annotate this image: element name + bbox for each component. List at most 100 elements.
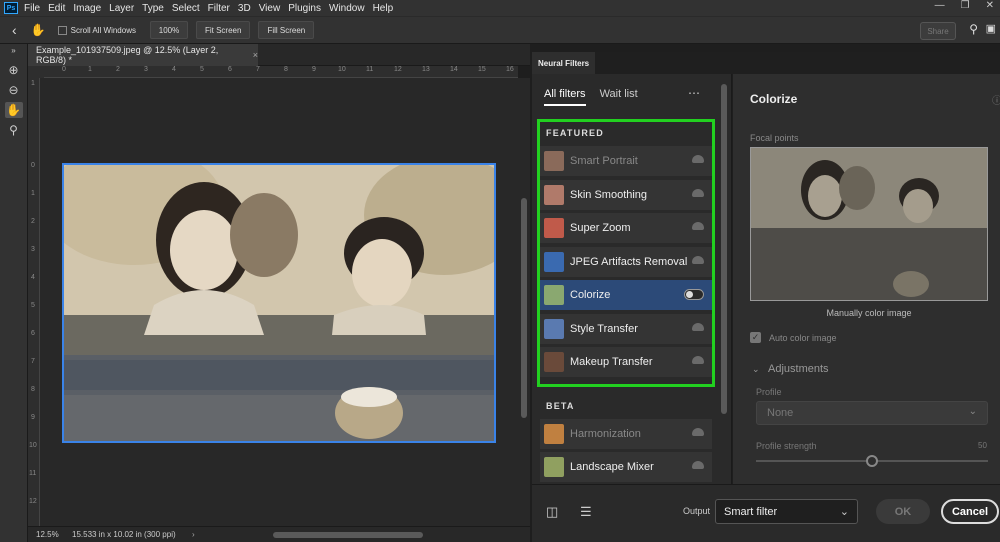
menu-window[interactable]: Window	[329, 3, 365, 14]
tools-panel: » ⊕ ⊖ ✋ ⚲	[0, 44, 28, 542]
adjustments-section[interactable]: ⌄ Adjustments	[752, 363, 829, 375]
menu-plugins[interactable]: Plugins	[288, 3, 321, 14]
chevron-down-icon: ⌄	[968, 406, 977, 417]
ok-button[interactable]: OK	[876, 499, 930, 524]
menu-select[interactable]: Select	[172, 3, 200, 14]
restore-icon[interactable]: ❐	[961, 0, 970, 11]
more-options-icon[interactable]: ⋯	[688, 86, 701, 100]
scrollbar-thumb[interactable]	[272, 531, 423, 538]
zoom-100-button[interactable]: 100%	[149, 21, 188, 39]
jpeg-artifacts-thumbnail	[544, 252, 564, 272]
focal-points-preview[interactable]	[750, 147, 988, 301]
filter-jpeg-artifacts-removal[interactable]: JPEG Artifacts Removal	[540, 247, 712, 277]
menu-filter[interactable]: Filter	[208, 3, 230, 14]
profile-strength-value: 50	[978, 441, 987, 450]
close-tab-icon[interactable]: ×	[253, 50, 258, 60]
zoom-level[interactable]: 12.5%	[28, 530, 64, 539]
filter-landscape-mixer[interactable]: Landscape Mixer	[540, 452, 712, 482]
fit-screen-button[interactable]: Fit Screen	[195, 21, 251, 39]
layers-icon[interactable]: ☰	[580, 504, 592, 520]
document-tab-bar: Example_101937509.jpeg @ 12.5% (Layer 2,…	[28, 44, 530, 66]
filter-smart-portrait[interactable]: Smart Portrait	[540, 146, 712, 176]
filter-label: Super Zoom	[570, 222, 631, 234]
harmonization-thumbnail	[544, 424, 564, 444]
hand-icon[interactable]: ✋	[4, 102, 23, 118]
filter-super-zoom[interactable]: Super Zoom	[540, 213, 712, 243]
expand-panel-icon[interactable]: »	[5, 46, 23, 55]
filter-skin-smoothing[interactable]: Skin Smoothing	[540, 180, 712, 210]
scroll-all-windows-checkbox[interactable]: Scroll All Windows	[57, 25, 136, 35]
menu-edit[interactable]: Edit	[48, 3, 65, 14]
close-icon[interactable]: ✕	[986, 0, 994, 11]
menu-help[interactable]: Help	[373, 3, 394, 14]
filter-list-scrollbar[interactable]	[720, 84, 728, 474]
cloud-download-icon[interactable]	[692, 461, 704, 469]
ruler-tick: 7	[31, 358, 35, 365]
canvas-vertical-scrollbar[interactable]	[518, 78, 530, 526]
ruler-tick: 10	[338, 66, 346, 73]
checkbox-box[interactable]	[57, 25, 67, 35]
checkmark-icon[interactable]: ✓	[750, 332, 761, 343]
profile-label: Profile	[756, 387, 782, 397]
cancel-button[interactable]: Cancel	[941, 499, 999, 524]
ruler-tick: 9	[312, 66, 316, 73]
menu-file[interactable]: File	[24, 3, 40, 14]
filter-makeup-transfer[interactable]: Makeup Transfer	[540, 347, 712, 377]
ruler-tick: 13	[422, 66, 430, 73]
document-tab[interactable]: Example_101937509.jpeg @ 12.5% (Layer 2,…	[28, 44, 258, 66]
scrollbar-thumb[interactable]	[521, 198, 527, 418]
slider-knob[interactable]	[866, 455, 878, 467]
search-icon[interactable]: ⚲	[969, 22, 978, 36]
tab-all-filters[interactable]: All filters	[544, 88, 586, 106]
cloud-download-icon[interactable]	[692, 323, 704, 331]
ruler-corner	[28, 66, 44, 78]
menu-image[interactable]: Image	[73, 3, 101, 14]
filter-harmonization[interactable]: Harmonization	[540, 419, 712, 449]
profile-strength-slider[interactable]	[756, 455, 988, 467]
workspace-icon[interactable]: ▣	[986, 22, 996, 35]
menu-type[interactable]: Type	[142, 3, 164, 14]
share-button[interactable]: Share	[920, 22, 956, 40]
filter-colorize[interactable]: Colorize	[540, 280, 712, 310]
horizontal-scrollbar[interactable]	[202, 531, 463, 538]
neural-filters-header: Neural Filters	[532, 52, 1000, 74]
cloud-download-icon[interactable]	[692, 222, 704, 230]
status-arrow-icon[interactable]: ›	[192, 530, 195, 539]
status-bar: 12.5% 15.533 in x 10.02 in (300 ppi) ›	[28, 526, 530, 542]
auto-color-checkbox[interactable]: ✓ Auto color image	[750, 332, 837, 343]
cloud-download-icon[interactable]	[692, 428, 704, 436]
fill-screen-button[interactable]: Fill Screen	[258, 21, 315, 39]
output-label: Output	[683, 506, 711, 516]
menu-view[interactable]: View	[259, 3, 281, 14]
minimize-icon[interactable]: —	[935, 0, 945, 11]
back-arrow-icon[interactable]: ‹	[12, 22, 17, 38]
ruler-tick: 14	[450, 66, 458, 73]
zoom-in-icon[interactable]: ⊕	[5, 62, 23, 78]
filter-label: Colorize	[570, 289, 611, 301]
preview-compare-icon[interactable]: ◫	[546, 504, 558, 520]
ruler-tick: 9	[31, 414, 35, 421]
output-dropdown[interactable]: Smart filter ⌄	[715, 499, 858, 524]
zoom-out-icon[interactable]: ⊖	[5, 82, 23, 98]
neural-filters-tab[interactable]: Neural Filters	[532, 52, 596, 74]
cloud-download-icon[interactable]	[692, 356, 704, 364]
cloud-download-icon[interactable]	[692, 256, 704, 264]
cloud-download-icon[interactable]	[692, 155, 704, 163]
cloud-download-icon[interactable]	[692, 189, 704, 197]
menu-3d[interactable]: 3D	[238, 3, 251, 14]
zoom-tool-icon[interactable]: ⚲	[5, 122, 23, 138]
ruler-tick: 16	[506, 66, 514, 73]
filter-style-transfer[interactable]: Style Transfer	[540, 314, 712, 344]
profile-dropdown[interactable]: None ⌄	[756, 401, 988, 425]
document-photo[interactable]	[62, 163, 496, 443]
vintage-photo-illustration	[64, 165, 494, 441]
menu-layer[interactable]: Layer	[109, 3, 134, 14]
info-icon[interactable]: ⓘ	[992, 92, 1000, 107]
scrollbar-thumb[interactable]	[721, 84, 727, 414]
hand-tool-icon: ✋	[30, 23, 46, 37]
filter-label: Harmonization	[570, 428, 641, 440]
tab-wait-list[interactable]: Wait list	[600, 88, 638, 106]
ruler-tick: 1	[88, 66, 92, 73]
colorize-toggle[interactable]	[684, 289, 704, 300]
horizontal-ruler: 0 1 2 3 4 5 6 7 8 9 10 11 12 13 14 15 16	[44, 66, 518, 78]
